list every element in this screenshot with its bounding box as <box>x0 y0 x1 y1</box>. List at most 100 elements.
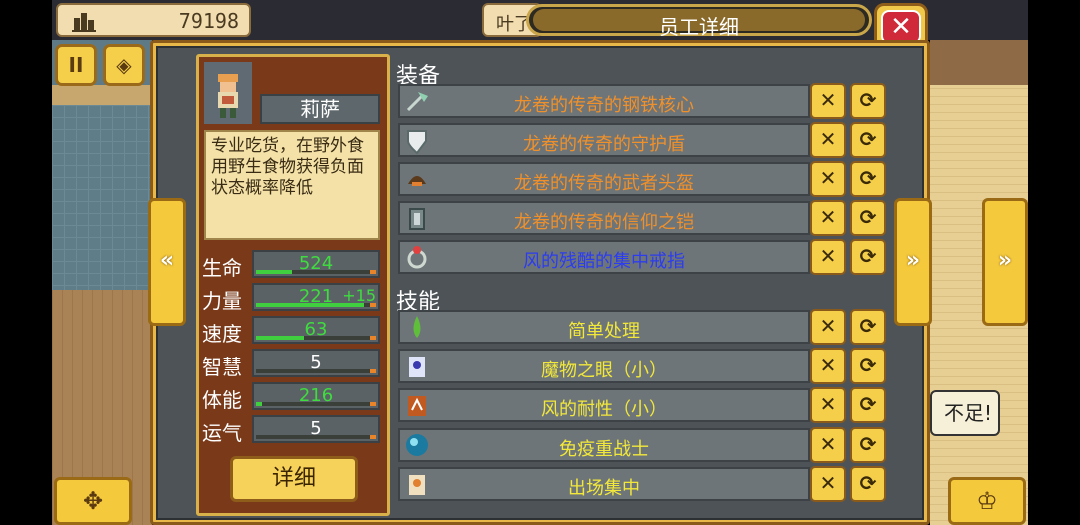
swap-button[interactable]: ⟳ <box>850 239 886 275</box>
crown-button[interactable]: ♔ <box>948 477 1026 525</box>
stat-label: 智慧 <box>202 355 242 379</box>
swap-button[interactable]: ⟳ <box>850 161 886 197</box>
equipment-row[interactable]: 龙卷的传奇的守护盾 <box>398 123 810 157</box>
stat-bar <box>256 435 376 439</box>
remove-button[interactable]: ✕ <box>810 348 846 384</box>
background-right-wall <box>930 40 1028 85</box>
stat-label: 运气 <box>202 421 242 445</box>
pause-button[interactable]: II <box>55 44 97 86</box>
stat-box: 216 <box>252 382 380 410</box>
swap-button[interactable]: ⟳ <box>850 348 886 384</box>
equipment-name: 龙卷的传奇的信仰之铠 <box>514 212 694 233</box>
wind-icon <box>402 390 432 420</box>
money-display: 79198 <box>56 3 251 37</box>
stat-bar-cap <box>370 303 376 307</box>
stat-bar <box>256 270 376 274</box>
skills-name: 简单处理 <box>568 321 640 342</box>
equipment-row[interactable]: 龙卷的传奇的钢铁核心 <box>398 84 810 118</box>
focus-icon <box>402 469 432 499</box>
money-value: 79198 <box>178 9 239 33</box>
stat-box: 5 <box>252 349 380 377</box>
buildings-icon <box>72 13 96 32</box>
character-portrait <box>204 62 252 124</box>
helmet-icon <box>402 164 432 194</box>
remove-button[interactable]: ✕ <box>810 387 846 423</box>
stat-bar-fill <box>256 336 304 340</box>
remove-button[interactable]: ✕ <box>810 239 846 275</box>
skills-name: 出场集中 <box>568 478 640 499</box>
skills-row[interactable]: 魔物之眼（小） <box>398 349 810 383</box>
potion-icon <box>402 312 432 342</box>
stat-bar <box>256 336 376 340</box>
stat-bar-cap <box>370 435 376 439</box>
orb-icon <box>402 430 432 460</box>
stat-bar <box>256 303 376 307</box>
stat-label: 力量 <box>202 289 242 313</box>
stat-box: 5 <box>252 415 380 443</box>
character-sprite-icon <box>218 74 238 118</box>
speech-bubble: 不足! <box>930 390 1000 436</box>
remove-button[interactable]: ✕ <box>810 122 846 158</box>
prev-employee-button[interactable]: « <box>148 198 186 326</box>
swap-button[interactable]: ⟳ <box>850 309 886 345</box>
swap-button[interactable]: ⟳ <box>850 83 886 119</box>
stat-box: 63 <box>252 316 380 344</box>
next-employee-button[interactable]: » <box>894 198 932 326</box>
skills-name: 免疫重战士 <box>559 439 649 460</box>
skills-row[interactable]: 免疫重战士 <box>398 428 810 462</box>
swap-button[interactable]: ⟳ <box>850 427 886 463</box>
stat-bar-fill <box>256 270 292 274</box>
stat-box: 221 +15 <box>252 283 380 311</box>
skills-name: 风的耐性（小） <box>541 399 667 420</box>
axe-icon <box>402 86 432 116</box>
remove-button[interactable]: ✕ <box>810 309 846 345</box>
equipment-name: 龙卷的传奇的钢铁核心 <box>514 95 694 116</box>
stat-bar-cap <box>370 402 376 406</box>
armor-icon <box>402 203 432 233</box>
stat-bar-fill <box>256 402 262 406</box>
equipment-name: 龙卷的传奇的武者头盔 <box>514 173 694 194</box>
stat-label: 速度 <box>202 322 242 346</box>
remove-button[interactable]: ✕ <box>810 427 846 463</box>
background-next-button[interactable]: » <box>982 198 1028 326</box>
swap-button[interactable]: ⟳ <box>850 387 886 423</box>
character-name: 莉萨 <box>260 94 380 124</box>
equipment-name: 龙卷的传奇的守护盾 <box>523 134 685 155</box>
skills-row[interactable]: 简单处理 <box>398 310 810 344</box>
remove-button[interactable]: ✕ <box>810 83 846 119</box>
equipment-name: 风的残酷的集中戒指 <box>523 251 685 272</box>
swap-button[interactable]: ⟳ <box>850 200 886 236</box>
stat-bar <box>256 369 376 373</box>
remove-button[interactable]: ✕ <box>810 200 846 236</box>
skills-name: 魔物之眼（小） <box>541 360 667 381</box>
map-button[interactable]: ◈ <box>103 44 145 86</box>
stat-box: 524 <box>252 250 380 278</box>
equipment-row[interactable]: 风的残酷的集中戒指 <box>398 240 810 274</box>
detail-button[interactable]: 详细 <box>230 456 358 502</box>
equipment-row[interactable]: 龙卷的传奇的信仰之铠 <box>398 201 810 235</box>
character-description: 专业吃货，在野外食用野生食物获得负面状态概率降低 <box>204 130 380 240</box>
background-left-wall <box>52 85 152 105</box>
swap-button[interactable]: ⟳ <box>850 122 886 158</box>
skills-row[interactable]: 出场集中 <box>398 467 810 501</box>
monster-eye-icon <box>402 351 432 381</box>
ring-icon <box>402 242 432 272</box>
remove-button[interactable]: ✕ <box>810 161 846 197</box>
skills-row[interactable]: 风的耐性（小） <box>398 388 810 422</box>
stat-bar-fill <box>256 303 364 307</box>
equipment-row[interactable]: 龙卷的传奇的武者头盔 <box>398 162 810 196</box>
background-left-floor <box>52 105 152 290</box>
remove-button[interactable]: ✕ <box>810 466 846 502</box>
stat-bar-cap <box>370 270 376 274</box>
shield-icon <box>402 125 432 155</box>
stat-bar-cap <box>370 336 376 340</box>
stat-bar <box>256 402 376 406</box>
move-button[interactable]: ✥ <box>54 477 132 525</box>
title-bar: 员工详细 <box>526 4 872 39</box>
stat-label: 体能 <box>202 388 242 412</box>
stat-label: 生命 <box>202 256 242 280</box>
right-letterbox <box>1028 0 1080 525</box>
swap-button[interactable]: ⟳ <box>850 466 886 502</box>
left-letterbox <box>0 0 52 525</box>
close-icon: ✕ <box>881 10 921 44</box>
